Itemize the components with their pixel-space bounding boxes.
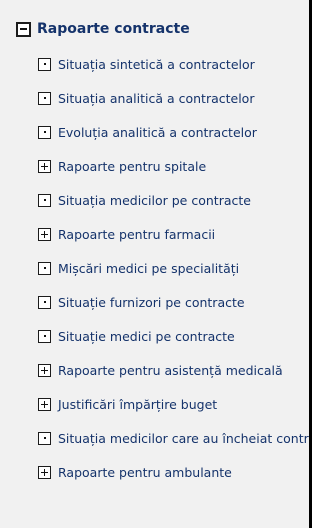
tree-item-label: Rapoarte pentru farmacii (58, 226, 216, 242)
tree-item-situatia-medicilor-contracte[interactable]: Situația medicilor care au încheiat cont… (38, 428, 309, 448)
tree-item-label: Rapoarte pentru ambulante (58, 464, 232, 480)
tree-item-situatia-sintetica[interactable]: Situația sintetică a contractelor (38, 54, 255, 74)
tree-item-situatie-furnizori[interactable]: Situație furnizori pe contracte (38, 292, 245, 312)
document-icon (38, 125, 51, 139)
tree-item-label: Mișcări medici pe specialități (58, 260, 240, 276)
expand-icon[interactable] (38, 465, 51, 479)
tree-item-label: Situația analitică a contractelor (58, 90, 255, 106)
tree-root-rapoarte-contracte[interactable]: Rapoarte contracte (16, 18, 190, 40)
document-icon (38, 329, 51, 343)
tree-item-rapoarte-asistenta[interactable]: Rapoarte pentru asistență medicală (38, 360, 283, 380)
tree-item-label: Situație furnizori pe contracte (58, 294, 245, 310)
expand-icon[interactable] (38, 363, 51, 377)
report-tree-panel: Rapoarte contracte Situația sintetică a … (0, 0, 309, 528)
tree-item-rapoarte-ambulante[interactable]: Rapoarte pentru ambulante (38, 462, 232, 482)
tree-item-miscari-medici[interactable]: Mișcări medici pe specialități (38, 258, 239, 278)
panel-right-border (309, 0, 312, 528)
document-icon (38, 295, 51, 309)
tree-item-justificari-buget[interactable]: Justificări împărțire buget (38, 394, 217, 414)
expand-icon[interactable] (38, 159, 51, 173)
expand-icon[interactable] (38, 227, 51, 241)
tree-item-label: Rapoarte pentru asistență medicală (58, 362, 283, 378)
document-icon (38, 91, 51, 105)
tree-item-situatia-analitica[interactable]: Situația analitică a contractelor (38, 88, 254, 108)
tree-item-rapoarte-farmacii[interactable]: Rapoarte pentru farmacii (38, 224, 215, 244)
tree-item-label: Justificări împărțire buget (58, 396, 218, 412)
collapse-icon[interactable] (16, 21, 31, 37)
tree-root-label: Rapoarte contracte (37, 21, 190, 37)
tree-item-label: Situația medicilor care au încheiat cont… (58, 430, 309, 446)
tree-item-rapoarte-spitale[interactable]: Rapoarte pentru spitale (38, 156, 206, 176)
tree-item-label: Rapoarte pentru spitale (58, 158, 207, 174)
document-icon (38, 193, 51, 207)
document-icon (38, 431, 51, 445)
expand-icon[interactable] (38, 397, 51, 411)
document-icon (38, 57, 51, 71)
tree-item-label: Situația sintetică a contractelor (58, 56, 255, 72)
tree-item-label: Situație medici pe contracte (58, 328, 235, 344)
tree-item-evolutia-analitica[interactable]: Evoluția analitică a contractelor (38, 122, 257, 142)
tree-item-situatia-medicilor[interactable]: Situația medicilor pe contracte (38, 190, 251, 210)
tree-item-label: Situația medicilor pe contracte (58, 192, 251, 208)
tree-item-label: Evoluția analitică a contractelor (58, 124, 257, 140)
document-icon (38, 261, 51, 275)
tree-item-situatie-medici[interactable]: Situație medici pe contracte (38, 326, 235, 346)
